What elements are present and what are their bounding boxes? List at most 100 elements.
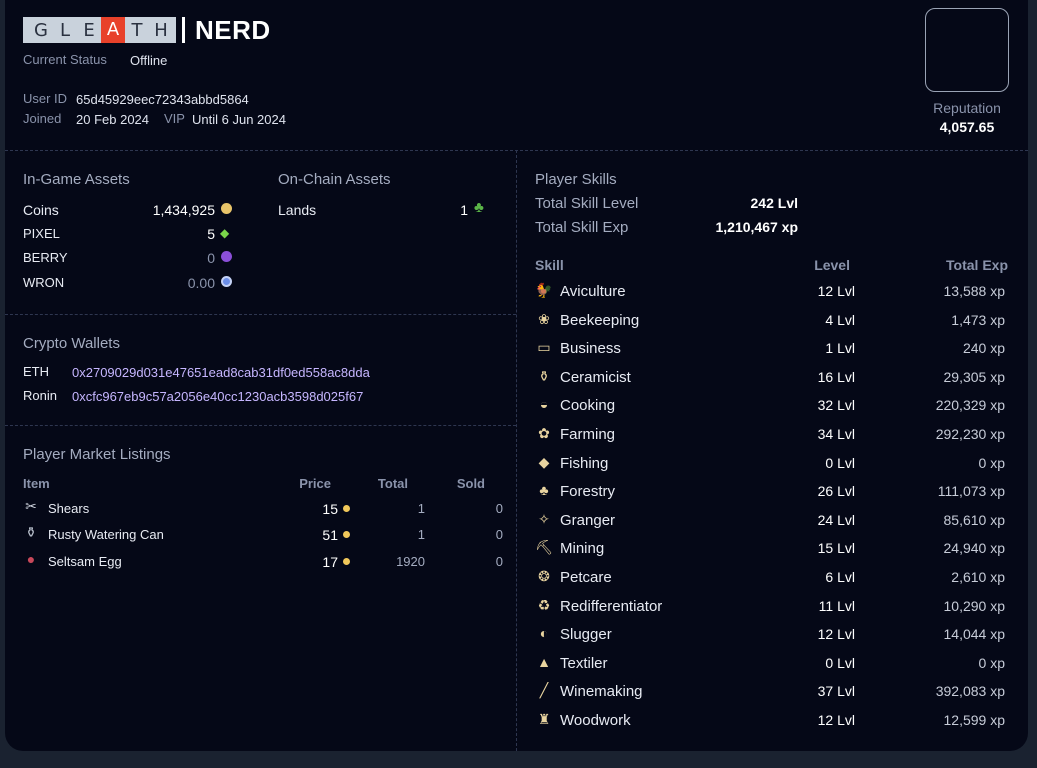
skill-level: 26 Lvl xyxy=(817,483,855,500)
skill-level: 12 Lvl xyxy=(817,626,855,643)
username: NERD xyxy=(195,14,271,45)
skill-level: 24 Lvl xyxy=(817,511,855,528)
skill-row: ♣ Forestry 26 Lvl 111,073 xp xyxy=(535,480,1015,504)
skill-exp: 240 xp xyxy=(962,340,1005,357)
skill-level: 4 Lvl xyxy=(825,311,855,328)
granger-icon: ✧ xyxy=(538,510,550,527)
listing-name: Rusty Watering Can xyxy=(48,527,164,542)
skill-exp: 111,073 xp xyxy=(937,483,1005,500)
skill-level: 16 Lvl xyxy=(817,368,855,385)
skill-row: ⛏ Mining 15 Lvl 24,940 xp xyxy=(535,537,1015,561)
skill-level: 15 Lvl xyxy=(817,540,855,557)
table-row[interactable]: ✂ Shears 15 1 0 xyxy=(23,498,503,520)
skill-exp: 85,610 xp xyxy=(943,511,1006,528)
skill-name: Redifferentiator xyxy=(560,597,663,615)
skill-row: ▲ Textiler 0 Lvl 0 xp xyxy=(535,652,1015,676)
asset-label: Coins xyxy=(23,202,59,218)
petcare-icon: ❂ xyxy=(538,568,550,584)
skill-row: 🐓 Aviculture 12 Lvl 13,588 xp xyxy=(535,280,1015,304)
skill-level: 37 Lvl xyxy=(817,683,855,700)
skill-name: Business xyxy=(560,340,621,358)
reputation-label: Reputation xyxy=(933,100,1001,116)
watering-can-icon: ⚱ xyxy=(25,524,37,540)
logo: G L E A T H NERD xyxy=(23,14,271,45)
wallet-label: ETH xyxy=(23,364,49,379)
winemaking-icon: ╱ xyxy=(539,682,549,699)
asset-value: 1,434,925 xyxy=(152,202,215,218)
listing-total: 1 xyxy=(417,501,425,516)
current-status-value: Offline xyxy=(130,53,168,68)
skill-exp: 14,044 xp xyxy=(943,626,1006,643)
skill-row: ✧ Granger 24 Lvl 85,610 xp xyxy=(535,509,1015,533)
total-skill-level-value: 242 Lvl xyxy=(750,195,798,211)
current-status-label: Current Status xyxy=(23,52,107,67)
skill-name: Cooking xyxy=(560,397,616,415)
table-row[interactable]: ● Seltsam Egg 17 1920 0 xyxy=(23,551,503,573)
user-id-value: 65d45929eec72343abbd5864 xyxy=(76,92,249,107)
on-chain-assets-title: On-Chain Assets xyxy=(278,171,391,188)
skill-row: ♜ Woodwork 12 Lvl 12,599 xp xyxy=(535,709,1015,733)
reputation-value: 4,057.65 xyxy=(939,119,995,135)
asset-value: 5 xyxy=(207,226,215,242)
column-divider xyxy=(516,150,517,751)
skill-exp: 29,305 xp xyxy=(943,368,1006,385)
skills-col-exp: Total Exp xyxy=(946,257,1008,273)
skill-level: 0 Lvl xyxy=(825,654,855,671)
skill-name: Granger xyxy=(560,511,616,529)
skill-row: ❀ Beekeeping 4 Lvl 1,473 xp xyxy=(535,309,1015,333)
listing-col-sold: Sold xyxy=(456,476,485,491)
coin-icon xyxy=(343,558,350,565)
wallet-address[interactable]: 0xcfc967eb9c57a2056e40cc1230acb3598d025f… xyxy=(72,389,363,404)
forestry-icon: ♣ xyxy=(539,482,549,499)
egg-icon: ● xyxy=(26,551,36,567)
logo-letter: G xyxy=(34,19,48,41)
gleath-logo: G L E A T H xyxy=(23,17,176,43)
listing-total: 1920 xyxy=(396,554,425,569)
listing-name: Seltsam Egg xyxy=(48,554,122,569)
skills-col-skill: Skill xyxy=(535,257,564,273)
skill-name: Ceramicist xyxy=(560,368,631,386)
redifferentiator-icon: ♻ xyxy=(537,596,551,613)
fishing-icon: ◆ xyxy=(538,453,550,470)
skill-exp: 1,473 xp xyxy=(951,311,1005,328)
market-listings-title: Player Market Listings xyxy=(23,446,171,463)
asset-value: 0 xyxy=(207,250,215,266)
skill-exp: 10,290 xp xyxy=(943,597,1006,614)
table-row[interactable]: ⚱ Rusty Watering Can 51 1 0 xyxy=(23,524,503,546)
skill-level: 0 Lvl xyxy=(825,454,855,471)
skill-name: Beekeeping xyxy=(560,311,640,329)
listing-sold: 0 xyxy=(495,554,503,569)
skill-level: 12 Lvl xyxy=(817,712,855,728)
total-skill-exp-value: 1,210,467 xp xyxy=(715,219,798,235)
wallet-address[interactable]: 0x2709029d031e47651ead8cab31df0ed558ac8d… xyxy=(72,365,370,380)
asset-value: 1 xyxy=(460,202,468,218)
total-skill-level-label: Total Skill Level xyxy=(535,195,639,212)
skill-name: Farming xyxy=(560,426,616,443)
total-skill-exp-label: Total Skill Exp xyxy=(535,219,629,236)
skill-exp: 13,588 xp xyxy=(943,283,1006,299)
berry-icon xyxy=(221,251,232,262)
skill-name: Winemaking xyxy=(560,683,643,701)
beekeeping-icon: ❀ xyxy=(538,310,550,327)
shears-icon: ✂ xyxy=(25,498,37,514)
skill-row: ◒ Cooking 32 Lvl 220,329 xp xyxy=(535,394,1015,418)
textiler-icon: ▲ xyxy=(537,653,551,670)
skills-col-level: Level xyxy=(814,257,850,273)
skill-name: Textiler xyxy=(560,654,608,672)
aviculture-icon: 🐓 xyxy=(535,282,553,298)
coin-icon xyxy=(343,531,350,538)
skill-name: Woodwork xyxy=(560,712,631,729)
skill-exp: 0 xp xyxy=(978,454,1005,471)
skill-exp: 12,599 xp xyxy=(943,712,1006,728)
listing-price: 17 xyxy=(322,554,338,570)
vip-value: Until 6 Jun 2024 xyxy=(192,112,286,127)
skill-row: ✿ Farming 34 Lvl 292,230 xp xyxy=(535,423,1015,447)
skill-name: Slugger xyxy=(560,626,612,644)
logo-letter: E xyxy=(83,19,95,41)
asset-label: BERRY xyxy=(23,250,68,265)
skill-name: Forestry xyxy=(560,483,616,501)
listing-price: 15 xyxy=(322,501,338,517)
gem-icon: ◆ xyxy=(220,226,230,240)
player-skills-title: Player Skills xyxy=(535,171,617,188)
skill-row: ◐ Slugger 12 Lvl 14,044 xp xyxy=(535,623,1015,647)
